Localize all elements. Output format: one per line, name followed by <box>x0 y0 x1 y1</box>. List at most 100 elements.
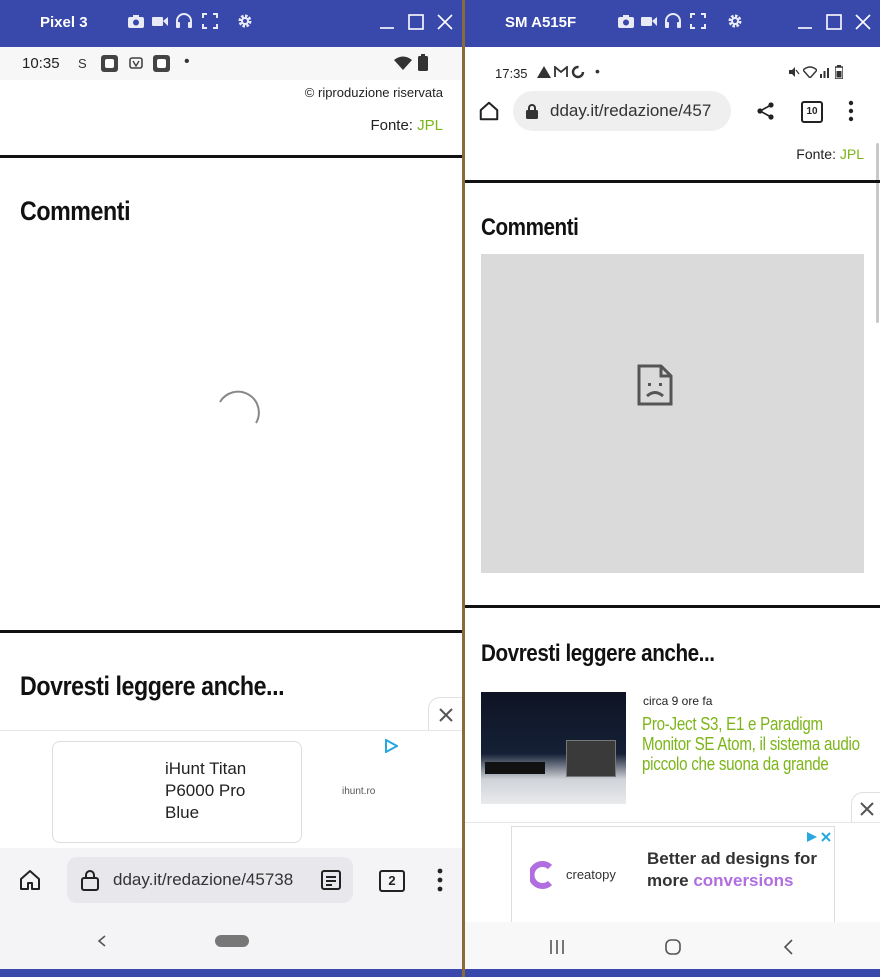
more-notifications-dot: • <box>184 53 190 70</box>
battery-icon <box>835 65 843 79</box>
reader-mode-icon[interactable] <box>320 869 342 891</box>
emulator-bottom-bar <box>0 969 462 977</box>
pixel3-emulator-window: Pixel 3 10:35 S • © riproduzione riserva… <box>0 0 462 977</box>
close-ad-icon[interactable] <box>439 708 453 722</box>
ad-close-tab[interactable] <box>428 697 462 733</box>
tab-count: 2 <box>388 873 396 888</box>
back-nav-icon[interactable] <box>783 939 795 955</box>
tab-count: 10 <box>806 106 818 117</box>
wifi-icon <box>394 56 412 70</box>
broken-document-icon <box>637 364 673 406</box>
headphones-icon[interactable] <box>664 12 682 30</box>
emulator-title-bar: SM A515F <box>465 0 880 47</box>
ad-domain[interactable]: ihunt.ro <box>342 786 375 797</box>
refresh-status-icon <box>571 65 585 79</box>
article-thumbnail[interactable] <box>481 692 626 804</box>
svg-text:S: S <box>78 56 87 70</box>
tabs-button[interactable]: 2 <box>379 870 405 892</box>
camera-icon[interactable] <box>617 12 635 30</box>
scrollbar-thumb[interactable] <box>876 143 879 323</box>
emulator-bottom-bar <box>465 969 880 977</box>
close-window-icon[interactable] <box>435 12 455 32</box>
home-nav-icon[interactable] <box>665 939 681 955</box>
url-text[interactable]: dday.it/redazione/45738 <box>113 870 305 890</box>
camera-icon[interactable] <box>127 12 145 30</box>
home-icon[interactable] <box>478 100 500 122</box>
creatopy-logo-icon <box>530 861 553 889</box>
video-icon[interactable] <box>640 12 658 30</box>
more-notifications-dot: • <box>595 63 600 79</box>
browser-top-toolbar: dday.it/redazione/457 10 <box>465 89 880 139</box>
ad-highlight: conversions <box>693 871 794 890</box>
close-ad-icon[interactable] <box>860 802 874 816</box>
section-divider <box>465 605 880 608</box>
android-status-bar: 17:35 • <box>465 47 880 89</box>
video-icon[interactable] <box>151 12 169 30</box>
gmail-icon <box>554 66 568 77</box>
mute-icon <box>789 67 800 77</box>
minimize-icon[interactable] <box>795 12 815 32</box>
url-text[interactable]: dday.it/redazione/457 <box>550 101 724 121</box>
broken-embed-frame <box>481 254 864 573</box>
close-window-icon[interactable] <box>853 12 873 32</box>
copyright-note: © riproduzione riservata <box>304 85 443 100</box>
read-also-heading: Dovresti leggere anche... <box>481 640 715 667</box>
recent-apps-icon[interactable] <box>549 939 565 955</box>
ad-product-title[interactable]: iHunt Titan P6000 Pro Blue <box>165 758 275 824</box>
comments-heading: Commenti <box>481 214 579 241</box>
ad-creative[interactable]: creatopy Better ad designs for more conv… <box>511 826 835 924</box>
maximize-icon[interactable] <box>406 12 426 32</box>
source-link[interactable]: JPL <box>840 146 864 162</box>
android-status-bar: 10:35 S • <box>0 47 462 80</box>
tabs-button[interactable]: 10 <box>801 101 823 123</box>
ad-close-tab[interactable] <box>851 792 880 826</box>
section-divider <box>465 180 880 183</box>
ad-headline-block: Better ad designs for more conversions <box>647 848 827 892</box>
overflow-menu-icon[interactable] <box>432 868 448 892</box>
app-notification-icon-2 <box>153 55 170 72</box>
close-ad-x-icon[interactable] <box>820 831 832 843</box>
fullscreen-icon[interactable] <box>689 12 707 30</box>
minimize-icon[interactable] <box>377 12 397 32</box>
home-icon[interactable] <box>18 868 42 892</box>
ad-banner[interactable]: creatopy Better ad designs for more conv… <box>465 822 880 924</box>
adchoices-icon[interactable] <box>806 831 818 843</box>
back-nav-icon[interactable] <box>96 934 108 948</box>
status-time: 10:35 <box>22 55 60 72</box>
fullscreen-icon[interactable] <box>201 12 219 30</box>
window-title: Pixel 3 <box>40 14 88 31</box>
ad-brand: creatopy <box>566 867 616 882</box>
browser-bottom-toolbar: dday.it/redazione/45738 2 <box>0 848 462 912</box>
article-title[interactable]: Pro-Ject S3, E1 e Paradigm Monitor SE At… <box>642 714 860 774</box>
overflow-menu-icon[interactable] <box>843 100 859 122</box>
loading-spinner <box>219 390 260 424</box>
vpn-notification-icon <box>129 57 143 69</box>
sm-a515f-emulator-window: SM A515F 17:35 • dday.it/redazione/457 1… <box>465 0 880 977</box>
address-bar[interactable]: dday.it/redazione/457 <box>513 91 731 131</box>
maximize-icon[interactable] <box>824 12 844 32</box>
source-label: Fonte: <box>370 117 413 134</box>
article-card[interactable]: circa 9 ore fa Pro-Ject S3, E1 e Paradig… <box>481 690 866 805</box>
window-title: SM A515F <box>505 14 577 31</box>
article-time-ago: circa 9 ore fa <box>643 694 713 708</box>
source-link[interactable]: JPL <box>417 117 443 134</box>
headphones-icon[interactable] <box>175 12 193 30</box>
android-nav-bar <box>0 912 462 969</box>
home-pill[interactable] <box>215 935 249 947</box>
speaker-image <box>566 740 616 777</box>
signal-icon <box>820 68 829 78</box>
battery-icon <box>418 54 428 71</box>
ad-card[interactable]: iHunt Titan P6000 Pro Blue <box>52 741 302 843</box>
settings-gear-icon[interactable] <box>726 12 744 30</box>
source-line: Fonte: JPL <box>796 146 864 162</box>
adchoices-icon[interactable] <box>384 739 398 753</box>
ad-banner[interactable]: iHunt Titan P6000 Pro Blue ihunt.ro <box>0 730 462 849</box>
share-icon[interactable] <box>756 101 776 121</box>
lock-icon[interactable] <box>79 869 101 891</box>
emulator-title-bar: Pixel 3 <box>0 0 462 47</box>
settings-gear-icon[interactable] <box>236 12 254 30</box>
comments-heading: Commenti <box>20 196 131 226</box>
lock-icon[interactable] <box>525 103 539 119</box>
section-divider <box>0 630 462 633</box>
address-bar[interactable]: dday.it/redazione/45738 <box>67 857 353 903</box>
